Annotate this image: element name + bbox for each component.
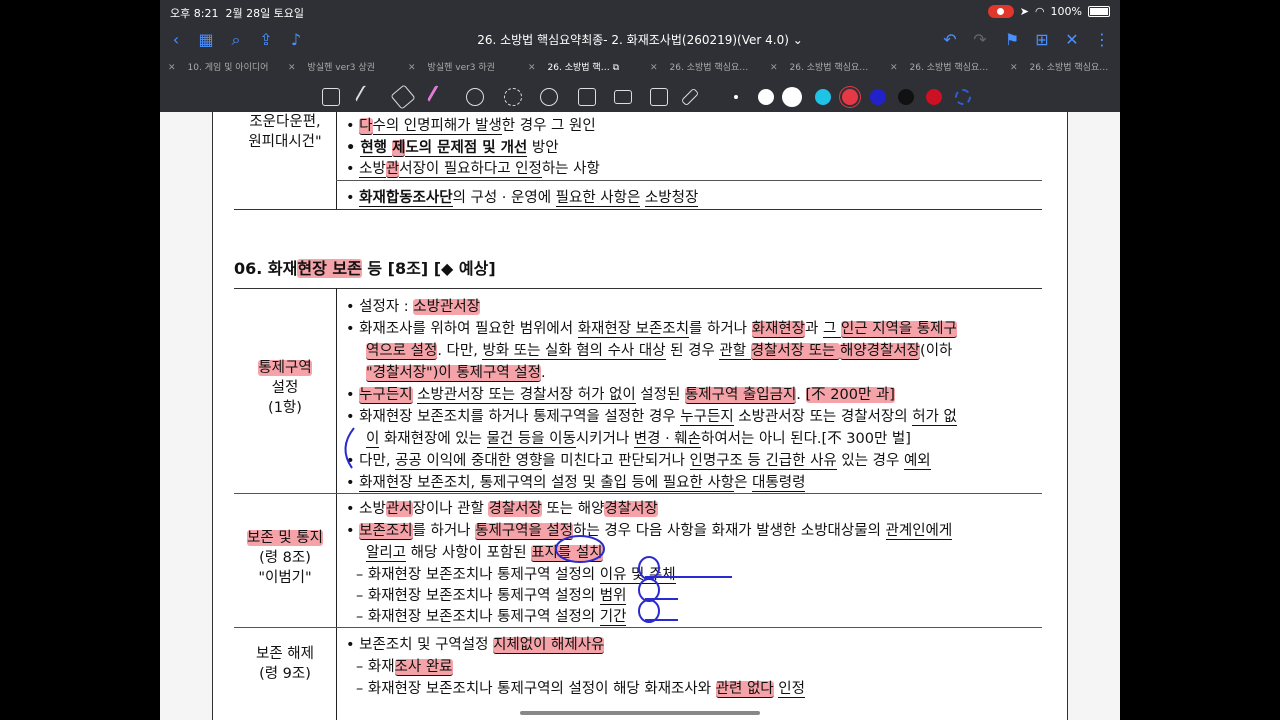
- document-page[interactable]: 조운다운편, 원피대시건" • 다수의 인명피해가 발생한 경우 그 원인 • 현…: [212, 112, 1068, 720]
- tab-5[interactable]: ✕ 26. 소방법 핵심요…: [770, 56, 868, 80]
- wifi-icon: ◠: [1034, 5, 1045, 18]
- tab-label: 방실헨 ver3 상권: [307, 63, 375, 73]
- color-swatch-white-large[interactable]: [782, 87, 802, 107]
- lasso-text-icon[interactable]: [322, 88, 340, 106]
- navigation-bar: ‹ ▦ ⌕ ⇪ ♪ 26. 소방법 핵심요약최종- 2. 화재조사법(26021…: [160, 24, 1120, 56]
- shapes-icon[interactable]: [466, 88, 484, 106]
- close-icon[interactable]: ✕: [1062, 30, 1082, 50]
- tab-label: 26. 소방법 핵…: [547, 63, 610, 73]
- more-icon[interactable]: ⋮: [1092, 30, 1112, 50]
- tab-7[interactable]: ✕ 26. 소방법 핵심요…: [1010, 56, 1108, 80]
- home-indicator[interactable]: [520, 711, 760, 715]
- tab-6[interactable]: ✕ 26. 소방법 핵심요…: [890, 56, 988, 80]
- keyboard-icon[interactable]: [614, 90, 632, 104]
- sticker-icon[interactable]: [540, 88, 558, 106]
- color-swatch-red-selected[interactable]: [842, 89, 858, 105]
- color-swatch-black[interactable]: [898, 89, 914, 105]
- tab-label: 26. 소방법 핵심요…: [789, 63, 869, 73]
- pen-icon[interactable]: [354, 84, 380, 110]
- tab-close-icon[interactable]: ✕: [408, 63, 416, 73]
- pen-size-small[interactable]: [734, 95, 738, 99]
- handwritten-annotations: [344, 427, 732, 623]
- tab-1[interactable]: ✕ 방실헨 ver3 상권: [288, 56, 375, 80]
- text-box-icon[interactable]: [650, 88, 668, 106]
- tab-close-icon[interactable]: ✕: [288, 63, 296, 73]
- add-page-icon[interactable]: ⊞: [1032, 30, 1052, 50]
- highlighter-icon[interactable]: [426, 84, 452, 110]
- color-swatch-white[interactable]: [758, 89, 774, 105]
- tab-3[interactable]: ✕ 26. 소방법 핵… ⧉: [528, 56, 619, 80]
- battery-percent: 100%: [1050, 5, 1082, 18]
- tab-close-icon[interactable]: ✕: [1010, 63, 1018, 73]
- tab-label: 10. 게임 및 아이디어: [187, 63, 269, 73]
- eraser-icon[interactable]: [390, 84, 416, 110]
- app-toolbar: 오후 8:21 2월 28일 토요일 ➤ ◠ 100% ‹ ▦ ⌕ ⇪ ♪ 26…: [160, 0, 1120, 112]
- document-tabs: ✕ 10. 게임 및 아이디어 ✕ 방실헨 ver3 상권 ✕ 방실헨 ver3 하권…: [160, 56, 1120, 80]
- tab-label: 26. 소방법 핵심요…: [1029, 63, 1109, 73]
- laser-pointer-icon[interactable]: [680, 87, 700, 107]
- status-right: ➤ ◠ 100%: [987, 5, 1110, 18]
- annotation-circle-3: [638, 578, 660, 602]
- location-icon: ➤: [1019, 5, 1029, 18]
- tab-close-icon[interactable]: ✕: [770, 63, 778, 73]
- tab-split-icon[interactable]: ⧉: [613, 63, 619, 73]
- redo-icon[interactable]: ↷: [970, 30, 990, 50]
- tab-close-icon[interactable]: ✕: [528, 63, 536, 73]
- tab-label: 방실헨 ver3 하권: [427, 63, 495, 73]
- bookmark-icon[interactable]: ⚑: [1002, 30, 1022, 50]
- pen-toolbar: [160, 82, 1120, 112]
- lasso-icon[interactable]: [504, 88, 522, 106]
- annotation-circle-1: [555, 535, 605, 563]
- tab-close-icon[interactable]: ✕: [890, 63, 898, 73]
- undo-icon[interactable]: ↶: [940, 30, 960, 50]
- screen-record-icon[interactable]: [987, 5, 1014, 18]
- annotation-circle-2: [638, 556, 660, 580]
- add-color-icon[interactable]: [955, 89, 971, 105]
- status-bar: 오후 8:21 2월 28일 토요일 ➤ ◠ 100%: [160, 0, 1120, 24]
- tab-0[interactable]: ✕ 10. 게임 및 아이디어: [168, 56, 268, 80]
- tab-label: 26. 소방법 핵심요…: [669, 63, 749, 73]
- color-swatch-blue[interactable]: [870, 89, 886, 105]
- battery-icon: [1088, 6, 1110, 17]
- annotation-circle-4: [638, 599, 660, 623]
- status-time: 오후 8:21: [170, 7, 219, 20]
- status-datetime: 오후 8:21 2월 28일 토요일: [170, 5, 304, 21]
- status-date: 2월 28일 토요일: [225, 7, 305, 20]
- color-swatch-dark-red[interactable]: [926, 89, 942, 105]
- tab-close-icon[interactable]: ✕: [650, 63, 658, 73]
- tab-4[interactable]: ✕ 26. 소방법 핵심요…: [650, 56, 748, 80]
- image-icon[interactable]: [578, 88, 596, 106]
- tab-close-icon[interactable]: ✕: [168, 63, 176, 73]
- tab-label: 26. 소방법 핵심요…: [909, 63, 989, 73]
- color-swatch-cyan[interactable]: [815, 89, 831, 105]
- ipad-screen: 오후 8:21 2월 28일 토요일 ➤ ◠ 100% ‹ ▦ ⌕ ⇪ ♪ 26…: [160, 0, 1120, 720]
- annotation-bracket: [344, 427, 355, 469]
- tab-2[interactable]: ✕ 방실헨 ver3 하권: [408, 56, 495, 80]
